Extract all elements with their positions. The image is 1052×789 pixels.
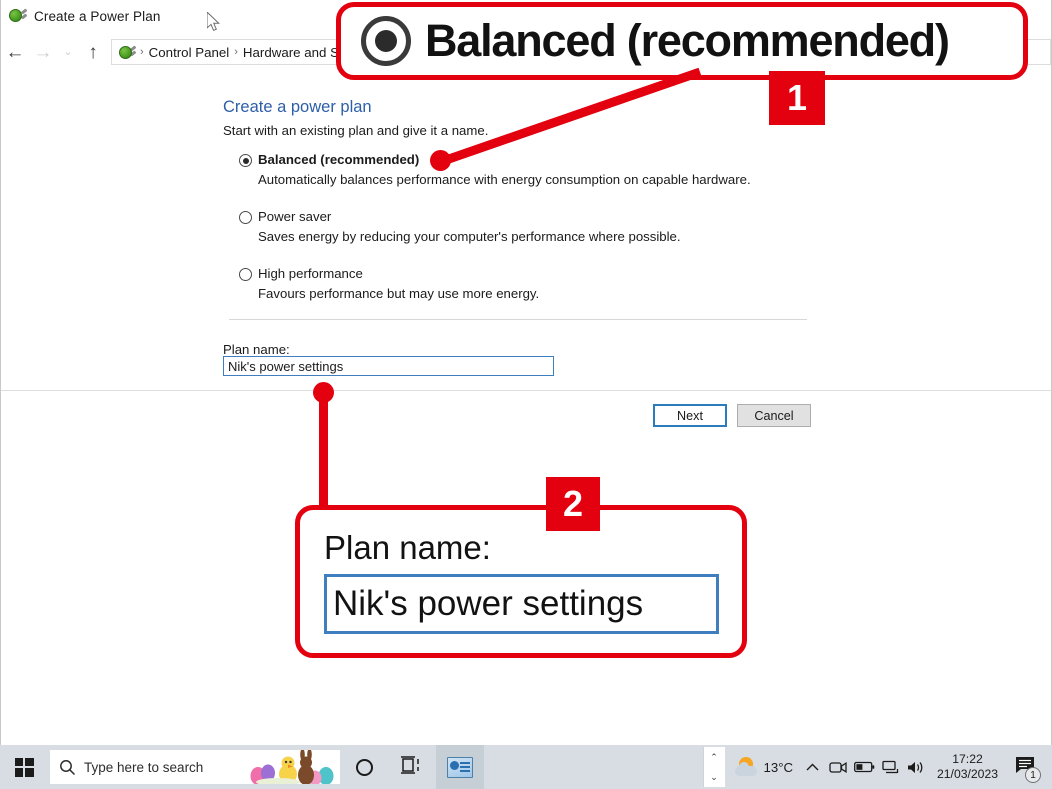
breadcrumb-hardware-and-sound[interactable]: Hardware and So [240, 45, 349, 60]
next-button[interactable]: Next [653, 404, 727, 427]
sun-behind-cloud-icon [734, 757, 758, 777]
mouse-pointer-icon [206, 10, 221, 32]
screen: Create a Power Plan ← → ⌄ ↑ › Control Pa… [0, 0, 1052, 789]
plan-name-input[interactable] [223, 356, 554, 376]
start-button[interactable] [0, 745, 48, 789]
task-view-button[interactable] [388, 745, 436, 789]
recent-locations-button[interactable]: ⌄ [57, 37, 79, 67]
up-button[interactable]: ↑ [79, 37, 107, 67]
radio-selected-icon[interactable] [239, 154, 252, 167]
cancel-button[interactable]: Cancel [737, 404, 811, 427]
zoom-balanced-label: Balanced (recommended) [425, 15, 950, 66]
weather-temperature: 13°C [763, 759, 793, 775]
camera-icon[interactable] [825, 745, 851, 789]
breadcrumb-control-panel[interactable]: Control Panel [146, 45, 233, 60]
spinner-up-icon[interactable]: ⌃ [710, 752, 718, 763]
window-title: Create a Power Plan [34, 8, 161, 24]
callout-badge-1: 1 [769, 71, 825, 125]
breadcrumb-separator: › [140, 46, 144, 58]
plan-name-label: Plan name: [223, 342, 290, 357]
clock-date: 21/03/2023 [937, 767, 998, 781]
callout2-anchor-dot [313, 382, 334, 403]
show-hidden-icons-button[interactable] [799, 745, 825, 789]
page-subtitle: Start with an existing plan and give it … [223, 123, 489, 138]
windows-logo-icon [14, 757, 34, 777]
radio-label-high-performance: High performance [258, 266, 363, 281]
page-title: Create a power plan [223, 98, 372, 116]
notification-count-badge: 1 [1025, 767, 1041, 783]
taskbar-clock[interactable]: 17:22 21/03/2023 [929, 752, 1006, 783]
system-tray: 13°C 17:22 21/03/2023 1 [725, 745, 1052, 789]
spinner-down-icon[interactable]: ⌄ [710, 772, 718, 783]
zoom-plan-name-label: Plan name: [324, 529, 491, 566]
show-desktop-button[interactable] [1044, 745, 1050, 789]
breadcrumb-separator: › [234, 46, 238, 58]
volume-icon[interactable] [903, 745, 929, 789]
radio-option-balanced[interactable]: Balanced (recommended) Automatically bal… [239, 152, 939, 187]
back-button[interactable]: ← [1, 37, 29, 67]
taskbar-search-box[interactable]: Type here to search [50, 750, 340, 784]
clock-time: 17:22 [952, 751, 983, 766]
zoom-plan-name-value: Nik's power settings [324, 574, 719, 634]
section-divider [229, 319, 807, 320]
dialog-buttons: Next Cancel [653, 404, 811, 427]
radio-description-high-performance: Favours performance but may use more ene… [258, 286, 540, 301]
forward-button[interactable]: → [29, 37, 57, 67]
taskbar-app-control-panel[interactable] [436, 745, 484, 789]
cortana-circle-icon [355, 758, 373, 776]
plan-options-group: Balanced (recommended) Automatically bal… [239, 152, 939, 312]
radio-option-power-saver[interactable]: Power saver Saves energy by reducing you… [239, 209, 939, 244]
breadcrumb-power-plug-icon [118, 44, 137, 61]
weather-widget[interactable]: 13°C [725, 757, 799, 777]
radio-description-balanced: Automatically balances performance with … [258, 172, 751, 187]
radio-unselected-icon[interactable] [239, 268, 252, 281]
battery-icon[interactable] [851, 745, 877, 789]
callout2-leader-line [319, 392, 328, 510]
windows-taskbar: Type here to search ⌃ ⌄ 13°C 17:22 21/03… [0, 745, 1052, 789]
network-icon[interactable] [877, 745, 903, 789]
radio-description-power-saver: Saves energy by reducing your computer's… [258, 229, 681, 244]
easter-eggs-chick-bunny-icon [244, 750, 340, 784]
search-placeholder: Type here to search [84, 759, 204, 775]
callout-badge-2: 2 [546, 477, 600, 531]
control-panel-icon [447, 756, 473, 778]
search-icon [50, 759, 84, 776]
power-plug-icon [8, 7, 28, 25]
radio-option-high-performance[interactable]: High performance Favours performance but… [239, 266, 939, 301]
callout-2-zoom-plan-name: Plan name: Nik's power settings [295, 505, 747, 658]
footer-divider [1, 390, 1051, 391]
task-view-icon [401, 755, 423, 780]
action-center-button[interactable]: 1 [1006, 745, 1044, 789]
cortana-button[interactable] [340, 745, 388, 789]
radio-label-balanced: Balanced (recommended) [258, 152, 420, 167]
callout1-anchor-dot [430, 150, 451, 171]
taskbar-scroll-spinner[interactable]: ⌃ ⌄ [702, 747, 725, 787]
radio-label-power-saver: Power saver [258, 209, 332, 224]
radio-unselected-icon[interactable] [239, 211, 252, 224]
callout-1-zoom-balanced-option: Balanced (recommended) [336, 2, 1028, 80]
zoom-radio-selected-icon [361, 16, 411, 66]
